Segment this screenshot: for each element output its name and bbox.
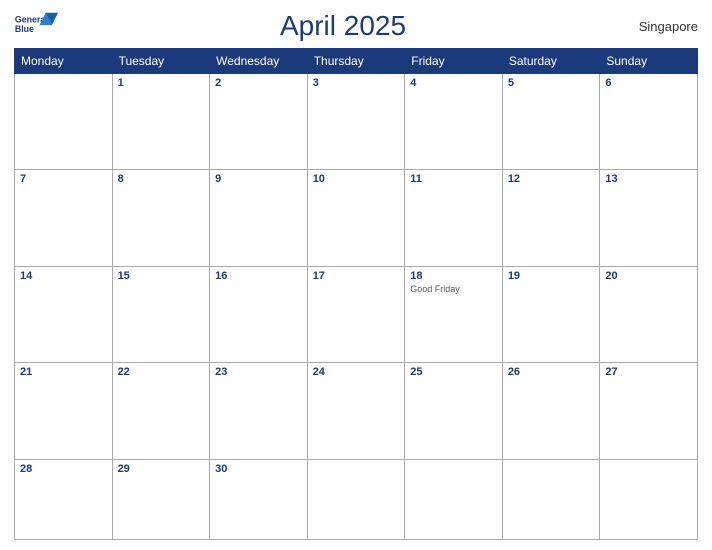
calendar-day-cell: 28 — [15, 459, 113, 539]
calendar-day-cell: 20 — [600, 266, 698, 362]
day-number: 13 — [605, 173, 692, 185]
logo-svg: General Blue — [14, 11, 58, 41]
day-number: 18 — [410, 270, 497, 282]
calendar-day-cell: 27 — [600, 363, 698, 459]
day-number: 24 — [313, 366, 400, 378]
calendar-day-cell: 16 — [210, 266, 308, 362]
calendar-day-cell: 6 — [600, 74, 698, 170]
calendar-day-cell: 5 — [502, 74, 600, 170]
calendar-day-cell: 7 — [15, 170, 113, 266]
day-number: 9 — [215, 173, 302, 185]
day-number: 20 — [605, 270, 692, 282]
svg-text:Blue: Blue — [15, 24, 34, 34]
day-number: 12 — [508, 173, 595, 185]
calendar-day-cell: 22 — [112, 363, 210, 459]
calendar-day-cell: 25 — [405, 363, 503, 459]
day-number: 4 — [410, 77, 497, 89]
calendar-day-cell: 19 — [502, 266, 600, 362]
day-number: 15 — [118, 270, 205, 282]
calendar-day-cell: 15 — [112, 266, 210, 362]
holiday-label: Good Friday — [410, 284, 497, 294]
day-number: 10 — [313, 173, 400, 185]
calendar-day-cell: 10 — [307, 170, 405, 266]
day-number: 14 — [20, 270, 107, 282]
day-number: 8 — [118, 173, 205, 185]
calendar-day-cell: 4 — [405, 74, 503, 170]
calendar-day-cell: 11 — [405, 170, 503, 266]
calendar-day-cell — [405, 459, 503, 539]
calendar-day-cell: 21 — [15, 363, 113, 459]
day-number: 21 — [20, 366, 107, 378]
calendar-day-cell: 8 — [112, 170, 210, 266]
day-number: 16 — [215, 270, 302, 282]
calendar-week-row: 123456 — [15, 74, 698, 170]
header-friday: Friday — [405, 49, 503, 74]
calendar-week-row: 28 29 30 — [15, 459, 698, 539]
location-label: Singapore — [628, 19, 698, 34]
header-monday: Monday — [15, 49, 113, 74]
calendar-day-cell: 26 — [502, 363, 600, 459]
header-saturday: Saturday — [502, 49, 600, 74]
day-number: 30 — [215, 463, 302, 475]
calendar-day-cell: 18 Good Friday — [405, 266, 503, 362]
day-number: 27 — [605, 366, 692, 378]
day-number: 23 — [215, 366, 302, 378]
day-number: 3 — [313, 77, 400, 89]
calendar-header: General Blue April 2025 Singapore — [14, 10, 698, 42]
day-number: 1 — [118, 77, 205, 89]
calendar-day-cell: 14 — [15, 266, 113, 362]
day-number: 19 — [508, 270, 595, 282]
day-number: 26 — [508, 366, 595, 378]
calendar-day-cell: 12 — [502, 170, 600, 266]
calendar-day-cell: 24 — [307, 363, 405, 459]
day-number: 7 — [20, 173, 107, 185]
day-number: 2 — [215, 77, 302, 89]
day-number: 25 — [410, 366, 497, 378]
calendar-day-cell: 3 — [307, 74, 405, 170]
calendar-title: April 2025 — [280, 10, 406, 42]
day-number: 11 — [410, 173, 497, 185]
header-tuesday: Tuesday — [112, 49, 210, 74]
calendar-day-cell: 1 — [112, 74, 210, 170]
weekday-header-row: Monday Tuesday Wednesday Thursday Friday… — [15, 49, 698, 74]
day-number: 29 — [118, 463, 205, 475]
day-number: 6 — [605, 77, 692, 89]
header-thursday: Thursday — [307, 49, 405, 74]
day-number: 28 — [20, 463, 107, 475]
calendar-day-cell: 23 — [210, 363, 308, 459]
calendar-day-cell — [600, 459, 698, 539]
calendar-week-row: 789 10 11 12 13 — [15, 170, 698, 266]
header-wednesday: Wednesday — [210, 49, 308, 74]
calendar-day-cell: 30 — [210, 459, 308, 539]
calendar-week-row: 21 22 23 24 25 26 27 — [15, 363, 698, 459]
logo: General Blue — [14, 11, 58, 41]
calendar-page: General Blue April 2025 Singapore Monday… — [0, 0, 712, 550]
day-number: 22 — [118, 366, 205, 378]
calendar-day-cell — [307, 459, 405, 539]
calendar-day-cell: 29 — [112, 459, 210, 539]
day-number: 5 — [508, 77, 595, 89]
calendar-week-row: 14 15 16 17 18 Good Friday 19 20 — [15, 266, 698, 362]
calendar-day-cell: 9 — [210, 170, 308, 266]
calendar-day-cell — [15, 74, 113, 170]
calendar-table: Monday Tuesday Wednesday Thursday Friday… — [14, 48, 698, 540]
calendar-day-cell: 2 — [210, 74, 308, 170]
calendar-day-cell — [502, 459, 600, 539]
header-sunday: Sunday — [600, 49, 698, 74]
calendar-day-cell: 13 — [600, 170, 698, 266]
calendar-day-cell: 17 — [307, 266, 405, 362]
day-number: 17 — [313, 270, 400, 282]
